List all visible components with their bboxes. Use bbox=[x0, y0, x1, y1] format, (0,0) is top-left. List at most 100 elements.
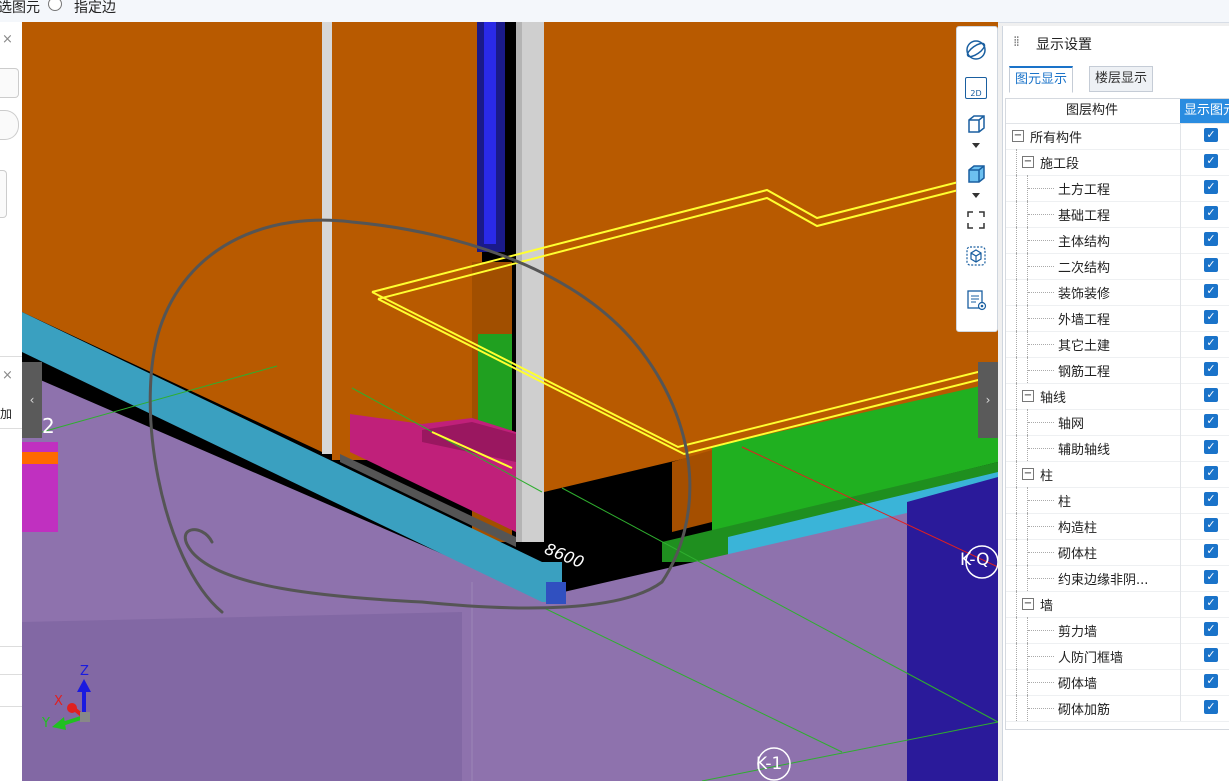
tree-row[interactable]: − 所有构件 ✓ bbox=[1006, 123, 1229, 150]
tree-row[interactable]: 砌体柱 ✓ bbox=[1006, 539, 1229, 566]
visibility-checkbox[interactable]: ✓ bbox=[1204, 700, 1218, 714]
add-button[interactable]: 加 bbox=[0, 405, 12, 422]
tree-row[interactable]: − 施工段 ✓ bbox=[1006, 149, 1229, 176]
tree-row[interactable]: 土方工程 ✓ bbox=[1006, 175, 1229, 202]
tree-connector bbox=[1016, 539, 1018, 565]
zoom-extents-icon[interactable] bbox=[963, 209, 989, 231]
tab-element-display[interactable]: 图元显示 bbox=[1009, 66, 1074, 93]
visibility-checkbox[interactable]: ✓ bbox=[1204, 622, 1218, 636]
tree-row[interactable]: 二次结构 ✓ bbox=[1006, 253, 1229, 280]
visibility-checkbox[interactable]: ✓ bbox=[1204, 544, 1218, 558]
visibility-checkbox[interactable]: ✓ bbox=[1204, 206, 1218, 220]
tree-row[interactable]: − 墙 ✓ bbox=[1006, 591, 1229, 618]
divider bbox=[0, 646, 22, 647]
tree-row[interactable]: 轴网 ✓ bbox=[1006, 409, 1229, 436]
visibility-checkbox[interactable]: ✓ bbox=[1204, 518, 1218, 532]
chevron-down-icon[interactable] bbox=[963, 141, 989, 151]
visibility-checkbox[interactable]: ✓ bbox=[1204, 440, 1218, 454]
visibility-checkbox[interactable]: ✓ bbox=[1204, 310, 1218, 324]
tree-row[interactable]: 装饰装修 ✓ bbox=[1006, 279, 1229, 306]
collapse-toggle-icon[interactable]: − bbox=[1022, 390, 1034, 402]
tree-row-label: 所有构件 bbox=[1030, 131, 1083, 146]
tree-connector bbox=[1016, 279, 1018, 305]
axis-label-2: 2 bbox=[42, 414, 55, 438]
nav-left-handle[interactable]: ‹ bbox=[22, 362, 42, 438]
visibility-checkbox[interactable]: ✓ bbox=[1204, 154, 1218, 168]
specify-edge-radio[interactable] bbox=[48, 0, 62, 11]
orange-block bbox=[672, 450, 712, 532]
left-panel-round-button[interactable] bbox=[0, 110, 19, 140]
visibility-checkbox[interactable]: ✓ bbox=[1204, 258, 1218, 272]
visibility-checkbox[interactable]: ✓ bbox=[1204, 648, 1218, 662]
tree-row[interactable]: 砌体墙 ✓ bbox=[1006, 669, 1229, 696]
column-header-visible[interactable]: 显示图元 bbox=[1180, 99, 1229, 123]
tree-connector bbox=[1016, 331, 1018, 357]
tree-row[interactable]: − 轴线 ✓ bbox=[1006, 383, 1229, 410]
collapse-toggle-icon[interactable]: − bbox=[1022, 468, 1034, 480]
visibility-checkbox[interactable]: ✓ bbox=[1204, 414, 1218, 428]
visibility-checkbox[interactable]: ✓ bbox=[1204, 128, 1218, 142]
divider bbox=[0, 674, 22, 675]
view-toolbar: 2D bbox=[956, 26, 998, 332]
visibility-checkbox[interactable]: ✓ bbox=[1204, 362, 1218, 376]
panel-header: ⁞⁞ 显示设置 bbox=[1003, 26, 1229, 60]
visibility-checkbox[interactable]: ✓ bbox=[1204, 466, 1218, 480]
tree-row[interactable]: 柱 ✓ bbox=[1006, 487, 1229, 514]
tab-bar: 图元显示 楼层显示 bbox=[1003, 66, 1229, 93]
close-icon[interactable]: × bbox=[2, 32, 13, 47]
drag-handle-icon[interactable]: ⁞⁞ bbox=[1013, 34, 1020, 50]
select-element-option-label[interactable]: 选图元 bbox=[0, 0, 40, 17]
visibility-checkbox[interactable]: ✓ bbox=[1204, 674, 1218, 688]
left-panel-slider[interactable] bbox=[0, 170, 7, 218]
collapse-toggle-icon[interactable]: − bbox=[1022, 598, 1034, 610]
tree-row[interactable]: 构造柱 ✓ bbox=[1006, 513, 1229, 540]
tree-header: 图层构件 显示图元 bbox=[1006, 99, 1229, 124]
visibility-checkbox[interactable]: ✓ bbox=[1204, 180, 1218, 194]
visibility-checkbox[interactable]: ✓ bbox=[1204, 232, 1218, 246]
left-panel-field[interactable] bbox=[0, 68, 19, 98]
axis-label-k-1: K-1 bbox=[756, 754, 783, 774]
tree-row[interactable]: 剪力墙 ✓ bbox=[1006, 617, 1229, 644]
cell-divider bbox=[1180, 539, 1181, 565]
collapse-toggle-icon[interactable]: − bbox=[1012, 130, 1024, 142]
specify-edge-label[interactable]: 指定边 bbox=[74, 0, 116, 17]
orbit-icon[interactable] bbox=[963, 39, 989, 61]
tree-connector bbox=[1028, 422, 1054, 424]
3d-box-icon[interactable] bbox=[963, 113, 989, 135]
properties-view-icon[interactable] bbox=[963, 289, 989, 311]
model-scene[interactable] bbox=[22, 22, 998, 781]
chevron-down-icon[interactable] bbox=[963, 191, 989, 201]
visibility-checkbox[interactable]: ✓ bbox=[1204, 596, 1218, 610]
visibility-checkbox[interactable]: ✓ bbox=[1204, 570, 1218, 584]
visibility-checkbox[interactable]: ✓ bbox=[1204, 388, 1218, 402]
tree-row-label: 柱 bbox=[1040, 469, 1054, 484]
tree-row[interactable]: 主体结构 ✓ bbox=[1006, 227, 1229, 254]
tree-row[interactable]: 人防门框墙 ✓ bbox=[1006, 643, 1229, 670]
visibility-checkbox[interactable]: ✓ bbox=[1204, 336, 1218, 350]
top-toolbar: 选图元 指定边 bbox=[0, 0, 1229, 23]
tree-row[interactable]: 砌体加筋 ✓ bbox=[1006, 695, 1229, 722]
tree-connector bbox=[1028, 292, 1054, 294]
tree-row[interactable]: 其它土建 ✓ bbox=[1006, 331, 1229, 358]
tree-row-label: 砌体柱 bbox=[1058, 547, 1098, 562]
nav-right-handle[interactable]: › bbox=[978, 362, 998, 438]
3d-viewport[interactable]: 8600 2 K-Q K-1 Z X Y ‹ › bbox=[22, 22, 998, 781]
visibility-checkbox[interactable]: ✓ bbox=[1204, 492, 1218, 506]
tree-row[interactable]: 外墙工程 ✓ bbox=[1006, 305, 1229, 332]
tree-row[interactable]: 钢筋工程 ✓ bbox=[1006, 357, 1229, 384]
column-edge bbox=[322, 22, 332, 454]
tab-floor-display[interactable]: 楼层显示 bbox=[1089, 66, 1154, 92]
2d-view-icon[interactable]: 2D bbox=[963, 77, 989, 99]
tree-row[interactable]: − 柱 ✓ bbox=[1006, 461, 1229, 488]
tree-row[interactable]: 约束边缘非阴... ✓ bbox=[1006, 565, 1229, 592]
3d-box-filled-icon[interactable] bbox=[963, 163, 989, 185]
tree-connector bbox=[1016, 461, 1018, 487]
view-cube-icon[interactable] bbox=[963, 245, 989, 267]
collapse-toggle-icon[interactable]: − bbox=[1022, 156, 1034, 168]
close-icon[interactable]: × bbox=[2, 368, 13, 383]
tree-row[interactable]: 基础工程 ✓ bbox=[1006, 201, 1229, 228]
tree-connector bbox=[1016, 643, 1018, 669]
tree-connector bbox=[1028, 370, 1054, 372]
visibility-checkbox[interactable]: ✓ bbox=[1204, 284, 1218, 298]
tree-row[interactable]: 辅助轴线 ✓ bbox=[1006, 435, 1229, 462]
